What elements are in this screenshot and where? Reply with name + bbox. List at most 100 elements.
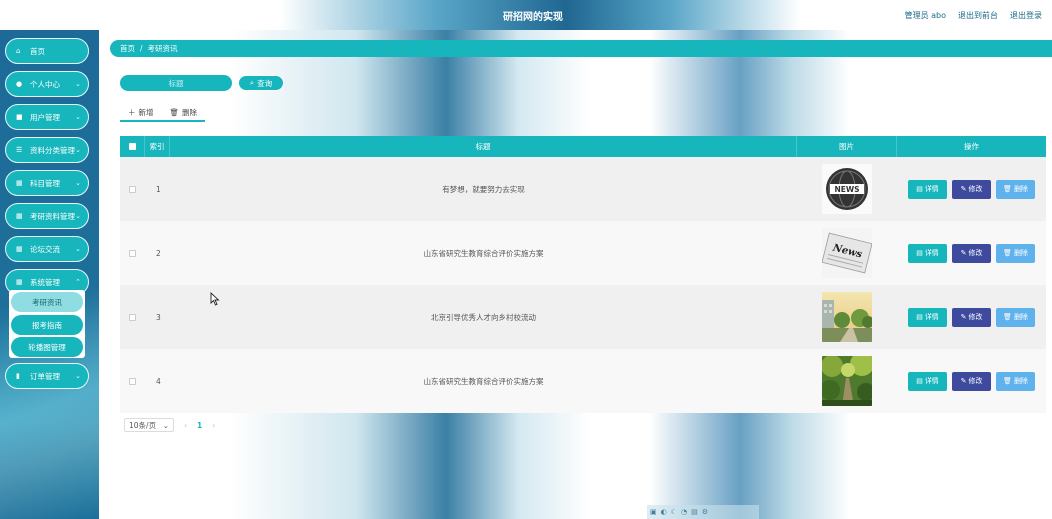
delete-button[interactable]: 🗑 删除 bbox=[996, 371, 1035, 391]
campus-street-image bbox=[822, 292, 872, 342]
delete-button[interactable]: 🗑 删除 bbox=[996, 307, 1035, 327]
chevron-down-icon: ⌄ bbox=[75, 146, 81, 154]
trash-icon: 🗑 bbox=[1003, 313, 1012, 321]
system-sub-menu: 考研资讯 报考指南 轮播图管理 bbox=[9, 290, 85, 358]
admin-user-link[interactable]: 管理员 abo bbox=[905, 10, 946, 21]
delete-label: 删除 bbox=[1013, 249, 1028, 257]
exit-to-frontend-link[interactable]: 退出到前台 bbox=[958, 10, 998, 21]
search-input[interactable] bbox=[120, 75, 232, 91]
detail-button[interactable]: ▤ 详情 bbox=[908, 371, 947, 391]
row-select-cell bbox=[120, 349, 145, 413]
chevron-down-icon: ⌄ bbox=[75, 179, 81, 187]
sidebar-item-order-management[interactable]: ▮ 订单管理 ⌄ bbox=[5, 363, 89, 389]
row-actions: ▤ 详情 ✎ 修改 🗑 删除 bbox=[897, 285, 1046, 349]
sidebar-item-forum[interactable]: ▦ 论坛交流 ⌄ bbox=[5, 236, 89, 262]
detail-button[interactable]: ▤ 详情 bbox=[908, 243, 947, 263]
logout-link[interactable]: 退出登录 bbox=[1010, 10, 1042, 21]
edit-button[interactable]: ✎ 修改 bbox=[952, 179, 991, 199]
detail-button[interactable]: ▤ 详情 bbox=[908, 179, 947, 199]
sidebar: ⌂ 首页 ● 个人中心 ⌄ ■ 用户管理 ⌄ ☰ 资料分类管理 ⌄ ▦ 科目管理… bbox=[0, 30, 99, 519]
delete-button[interactable]: 🗑 删除 bbox=[996, 179, 1035, 199]
pencil-icon: ✎ bbox=[960, 185, 967, 193]
row-checkbox[interactable] bbox=[129, 377, 136, 385]
header-links: 管理员 abo 退出到前台 退出登录 bbox=[905, 10, 1042, 21]
detail-label: 详情 bbox=[924, 377, 939, 385]
row-checkbox[interactable] bbox=[129, 185, 136, 193]
page-size-select[interactable]: 10条/页 ⌄ bbox=[124, 418, 174, 432]
row-checkbox[interactable] bbox=[129, 249, 136, 257]
sidebar-item-label: 首页 bbox=[30, 46, 45, 56]
delete-button[interactable]: 🗑 删除 bbox=[996, 243, 1035, 263]
sidebar-item-category-management[interactable]: ☰ 资料分类管理 ⌄ bbox=[5, 137, 89, 163]
ime-icon: ◐ bbox=[660, 508, 667, 516]
next-page-icon[interactable]: › bbox=[212, 421, 215, 430]
row-index: 2 bbox=[156, 248, 161, 258]
trash-icon: 🗑 bbox=[1003, 377, 1012, 385]
row-select-cell bbox=[120, 157, 145, 221]
page-number[interactable]: 1 bbox=[197, 421, 202, 430]
chevron-down-icon: ⌄ bbox=[75, 113, 81, 121]
delete-label: 删除 bbox=[1013, 313, 1028, 321]
sidebar-item-subject-management[interactable]: ▦ 科目管理 ⌄ bbox=[5, 170, 89, 196]
row-actions: ▤ 详情 ✎ 修改 🗑 删除 bbox=[897, 157, 1046, 221]
ime-icon: ☾ bbox=[670, 508, 678, 516]
pencil-icon: ✎ bbox=[960, 313, 967, 321]
sidebar-item-personal-center[interactable]: ● 个人中心 ⌄ bbox=[5, 71, 89, 97]
sidebar-item-home[interactable]: ⌂ 首页 bbox=[5, 38, 89, 64]
breadcrumb: 首页 / 考研资讯 bbox=[110, 40, 1052, 57]
add-button[interactable]: ＋ 新增 bbox=[120, 104, 162, 122]
news-paper-image: News bbox=[822, 228, 872, 278]
ime-icon: ▤ bbox=[691, 508, 698, 516]
header-index: 索引 bbox=[145, 136, 170, 157]
breadcrumb-separator: / bbox=[140, 44, 143, 53]
table-row: 4 山东省研究生教育综合评价实施方案 ▤ 详情 ✎ 修改 🗑 删除 bbox=[120, 349, 1046, 413]
detail-button[interactable]: ▤ 详情 bbox=[908, 307, 947, 327]
row-title: 有梦想，就要努力去实现 bbox=[442, 184, 525, 194]
row-image-cell bbox=[797, 349, 897, 413]
prev-page-icon[interactable]: ‹ bbox=[184, 421, 187, 430]
sub-item-exam-guide[interactable]: 报考指南 bbox=[11, 315, 83, 335]
table-row: 1 有梦想，就要努力去实现 NEWS ▤ 详情 ✎ 修改 🗑 删除 bbox=[120, 157, 1046, 221]
ime-toolbar: ▣ ◐ ☾ ◔ ▤ ⚙ bbox=[647, 505, 759, 519]
mouse-cursor-icon bbox=[210, 292, 220, 306]
edit-button[interactable]: ✎ 修改 bbox=[952, 307, 991, 327]
header-image: 图片 bbox=[797, 136, 897, 157]
ime-icon: ▣ bbox=[650, 508, 657, 516]
action-tabs: ＋ 新增 🗑 删除 bbox=[120, 104, 206, 122]
trash-icon: 🗑 bbox=[1003, 249, 1012, 257]
row-title: 北京引导优秀人才向乡村校流动 bbox=[431, 312, 536, 322]
sidebar-item-label: 考研资料管理 bbox=[30, 211, 75, 221]
chevron-down-icon: ⌄ bbox=[75, 80, 81, 88]
svg-text:NEWS: NEWS bbox=[834, 185, 859, 194]
sidebar-item-material-management[interactable]: ▦ 考研资料管理 ⌄ bbox=[5, 203, 89, 229]
search-bar: ⌕ 查询 bbox=[120, 75, 284, 91]
row-index: 3 bbox=[156, 312, 161, 322]
pagination: 10条/页 ⌄ ‹ 1 › bbox=[124, 418, 215, 432]
sidebar-item-label: 订单管理 bbox=[30, 371, 60, 381]
search-icon: ⌕ bbox=[249, 78, 255, 87]
row-title: 山东省研究生教育综合评价实施方案 bbox=[423, 248, 544, 258]
select-all-cell bbox=[120, 136, 145, 157]
sub-item-exam-news[interactable]: 考研资讯 bbox=[11, 292, 83, 312]
breadcrumb-home[interactable]: 首页 bbox=[120, 43, 135, 54]
batch-delete-button[interactable]: 🗑 删除 bbox=[161, 104, 206, 122]
news-globe-image: NEWS bbox=[822, 164, 872, 214]
row-select-cell bbox=[120, 221, 145, 285]
select-all-checkbox[interactable] bbox=[128, 143, 136, 150]
sidebar-item-label: 资料分类管理 bbox=[30, 145, 75, 155]
user-icon: ● bbox=[16, 80, 23, 88]
edit-button[interactable]: ✎ 修改 bbox=[952, 243, 991, 263]
row-checkbox[interactable] bbox=[129, 313, 136, 321]
sub-item-carousel-management[interactable]: 轮播图管理 bbox=[11, 337, 83, 357]
edit-button[interactable]: ✎ 修改 bbox=[952, 371, 991, 391]
sidebar-item-label: 个人中心 bbox=[30, 79, 60, 89]
grid-icon: ▦ bbox=[16, 179, 23, 187]
delete-label: 删除 bbox=[1013, 377, 1028, 385]
query-button[interactable]: ⌕ 查询 bbox=[238, 75, 284, 91]
breadcrumb-current: 考研资讯 bbox=[147, 44, 178, 53]
row-actions: ▤ 详情 ✎ 修改 🗑 删除 bbox=[897, 221, 1046, 285]
chevron-down-icon: ⌄ bbox=[162, 420, 169, 430]
row-select-cell bbox=[120, 285, 145, 349]
sidebar-item-user-management[interactable]: ■ 用户管理 ⌄ bbox=[5, 104, 89, 130]
top-bar: 研招网的实现 管理员 abo 退出到前台 退出登录 bbox=[0, 0, 1052, 30]
